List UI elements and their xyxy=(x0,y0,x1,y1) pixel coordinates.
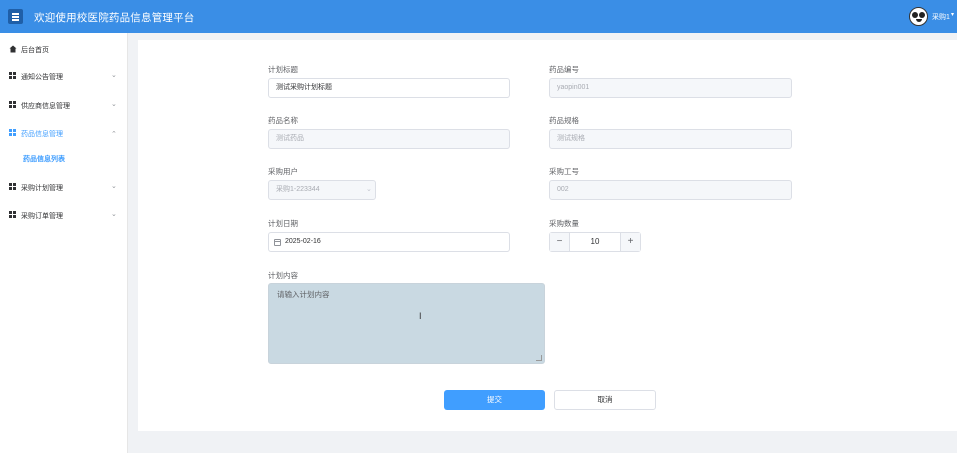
chevron-down-icon: ⌄ xyxy=(111,101,117,108)
top-header: 欢迎使用校医院药品信息管理平台 采购1 ▾ xyxy=(0,0,957,33)
drug-spec-label: 药品规格 xyxy=(549,116,579,125)
plan-date-input[interactable]: 2025-02-16 xyxy=(268,232,510,252)
quantity-value[interactable]: 10 xyxy=(570,233,620,251)
sidebar-item-suppliers[interactable]: 供应商信息管理 ⌄ xyxy=(0,91,127,119)
quantity-label: 采购数量 xyxy=(549,219,579,228)
sidebar-item-label: 通知公告管理 xyxy=(21,74,63,81)
sidebar-item-purchase-plans[interactable]: 采购计划管理 ⌄ xyxy=(0,173,127,201)
avatar[interactable] xyxy=(909,7,928,26)
text-cursor-icon: I xyxy=(419,311,422,321)
plan-title-input[interactable]: 测试采购计划标题 xyxy=(268,78,510,98)
sidebar-item-label: 采购计划管理 xyxy=(21,185,63,192)
drug-spec-input[interactable]: 测试规格 xyxy=(549,129,792,149)
sidebar-item-drugs[interactable]: 药品信息管理 ⌃ xyxy=(0,119,127,147)
cancel-button[interactable]: 取消 xyxy=(554,390,656,410)
quantity-stepper: − 10 + xyxy=(549,232,641,252)
plan-date-label: 计划日期 xyxy=(268,219,298,228)
buyer-no-label: 采购工号 xyxy=(549,167,579,176)
content-label: 计划内容 xyxy=(268,271,298,280)
chevron-up-icon: ⌃ xyxy=(111,131,117,138)
resize-handle[interactable] xyxy=(536,355,542,361)
grid-icon xyxy=(9,211,16,218)
buyer-label: 采购用户 xyxy=(268,167,298,176)
sidebar-item-label: 药品信息管理 xyxy=(21,131,63,138)
sidebar-item-purchase-orders[interactable]: 采购订单管理 ⌄ xyxy=(0,201,127,229)
chevron-down-icon: ⌄ xyxy=(111,183,117,190)
sidebar-item-label: 后台首页 xyxy=(21,47,49,54)
sidebar-item-notices[interactable]: 通知公告管理 ⌄ xyxy=(0,62,127,90)
chevron-down-icon[interactable]: ⌄ xyxy=(366,185,372,193)
sidebar-item-label: 供应商信息管理 xyxy=(21,103,70,110)
chevron-down-icon: ⌄ xyxy=(111,72,117,79)
decrement-button[interactable]: − xyxy=(550,233,570,251)
content-textarea[interactable]: 请输入计划内容 xyxy=(268,283,545,364)
grid-icon xyxy=(9,72,16,79)
sidebar-item-label: 采购订单管理 xyxy=(21,213,63,220)
grid-icon xyxy=(9,129,16,136)
grid-icon xyxy=(9,183,16,190)
app-title: 欢迎使用校医院药品信息管理平台 xyxy=(34,12,195,24)
home-icon xyxy=(9,45,17,53)
drug-code-input[interactable]: yaopin001 xyxy=(549,78,792,98)
calendar-icon xyxy=(274,239,281,246)
sidebar-subitem-drug-list[interactable]: 药品信息列表 xyxy=(23,154,65,164)
sidebar: 后台首页 通知公告管理 ⌄ 供应商信息管理 ⌄ 药品信息管理 ⌃ 药品信息列表 … xyxy=(0,33,128,453)
buyer-no-input[interactable]: 002 xyxy=(549,180,792,200)
grid-icon xyxy=(9,101,16,108)
drug-name-input[interactable]: 测试药品 xyxy=(268,129,510,149)
form-panel: 计划标题 测试采购计划标题 药品编号 yaopin001 药品名称 测试药品 药… xyxy=(138,40,957,431)
increment-button[interactable]: + xyxy=(620,233,640,251)
submit-button[interactable]: 提交 xyxy=(444,390,545,410)
drug-name-label: 药品名称 xyxy=(268,116,298,125)
plan-title-label: 计划标题 xyxy=(268,65,298,74)
chevron-down-icon[interactable]: ▾ xyxy=(951,11,954,18)
buyer-select[interactable]: 采购1-223344 xyxy=(268,180,376,200)
drug-code-label: 药品编号 xyxy=(549,65,579,74)
menu-toggle-icon[interactable] xyxy=(8,9,23,24)
sidebar-item-home[interactable]: 后台首页 xyxy=(0,35,127,63)
chevron-down-icon: ⌄ xyxy=(111,211,117,218)
user-name[interactable]: 采购1 xyxy=(932,12,950,22)
